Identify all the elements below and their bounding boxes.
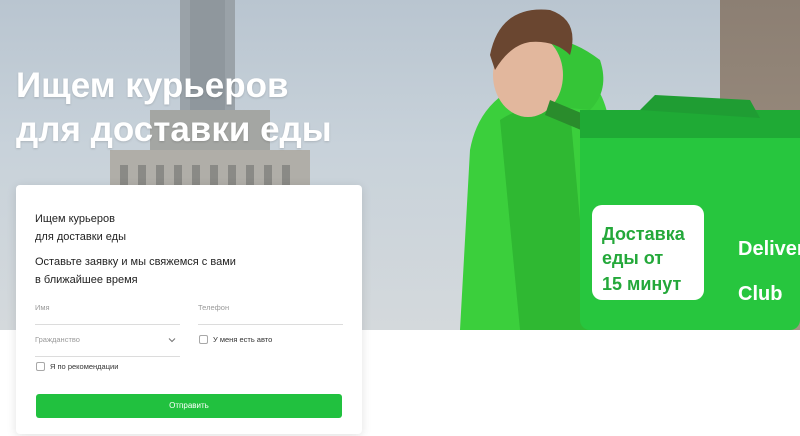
form-subtitle-line2: в ближайшее время	[35, 274, 138, 286]
referral-label: Я по рекомендации	[50, 362, 119, 371]
form-lead-line2: для доставки еды	[35, 231, 126, 243]
bag-brand-line2: Club	[738, 283, 782, 305]
referral-checkbox[interactable]: Я по рекомендации	[36, 362, 118, 371]
phone-field-placeholder: Телефон	[198, 303, 230, 312]
courier-photo: Доставка еды от 15 минут Delivery Club	[460, 9, 800, 330]
form-subtitle: Оставьте заявку и мы свяжемся с вами в б…	[35, 253, 236, 289]
bag-text-line1: Доставка	[602, 224, 686, 244]
hero-title-line2: для доставки еды	[16, 110, 332, 149]
form-lead: Ищем курьеров для доставки еды	[35, 210, 126, 246]
submit-button[interactable]: Отправить	[36, 394, 342, 418]
has-car-checkbox-box[interactable]	[199, 335, 208, 344]
chevron-down-icon	[168, 338, 176, 343]
name-field[interactable]: Имя	[35, 303, 180, 325]
bag-brand-line1: Delivery	[738, 238, 800, 260]
form-lead-line1: Ищем курьеров	[35, 213, 115, 225]
hero-title-line1: Ищем курьеров	[16, 66, 289, 105]
bag-text-line2: еды от	[602, 248, 663, 268]
application-form: Ищем курьеров для доставки еды Оставьте …	[16, 185, 362, 434]
bag-text-line3: 15 минут	[602, 274, 682, 294]
has-car-checkbox[interactable]: У меня есть авто	[199, 335, 272, 344]
citizenship-select[interactable]: Гражданство	[35, 335, 180, 357]
referral-checkbox-box[interactable]	[36, 362, 45, 371]
phone-field[interactable]: Телефон	[198, 303, 343, 325]
hero-title: Ищем курьеров для доставки еды	[16, 64, 376, 152]
has-car-label: У меня есть авто	[213, 335, 273, 344]
citizenship-select-placeholder: Гражданство	[35, 335, 80, 344]
form-subtitle-line1: Оставьте заявку и мы свяжемся с вами	[35, 256, 236, 268]
name-field-placeholder: Имя	[35, 303, 50, 312]
